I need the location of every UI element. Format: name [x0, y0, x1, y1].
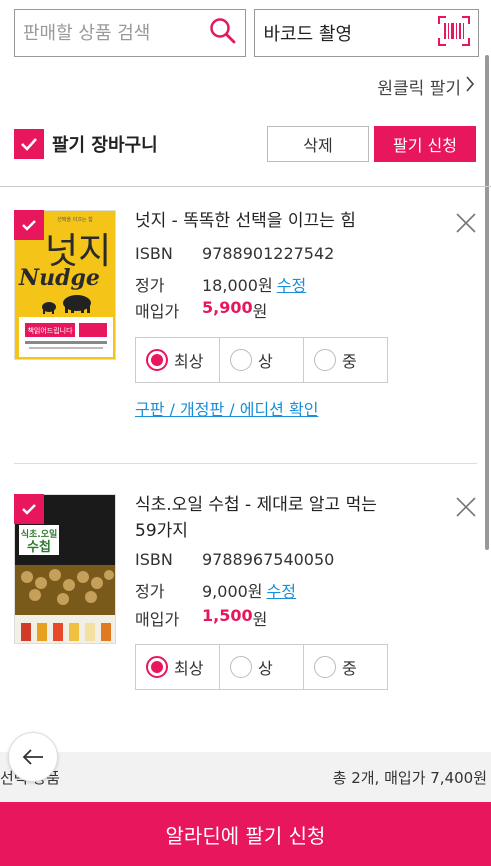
buy-price-row: 매입가 5,900 원	[135, 298, 267, 322]
radio-selected-icon	[146, 349, 168, 371]
edit-price-link[interactable]: 수정	[277, 272, 306, 296]
check-icon	[22, 220, 36, 231]
radio-icon	[314, 656, 336, 678]
buy-price-unit: 원	[252, 610, 268, 629]
chevron-right-icon	[465, 75, 475, 98]
search-icon[interactable]	[209, 17, 237, 49]
grade-option-good[interactable]: 상	[220, 338, 304, 382]
buy-price-label: 매입가	[135, 302, 180, 321]
isbn-row: ISBN 9788901227542	[135, 244, 334, 263]
isbn-value: 9788967540050	[202, 550, 335, 569]
delete-button[interactable]: 삭제	[267, 126, 369, 162]
isbn-label: ISBN	[135, 550, 173, 569]
search-row: 바코드 촬영	[14, 9, 479, 57]
buy-price-value: 1,500	[202, 606, 253, 625]
select-all-checkbox[interactable]	[14, 129, 44, 159]
buy-price-value: 5,900	[202, 298, 253, 317]
grade-label: 상	[258, 659, 273, 678]
search-box[interactable]	[14, 9, 247, 57]
radio-icon	[230, 349, 252, 371]
cart-header: 팔기 장바구니 삭제 팔기 신청	[14, 126, 479, 162]
buy-price-label: 매입가	[135, 610, 180, 629]
radio-icon	[230, 656, 252, 678]
price-row: 정가 18,000원 수정	[135, 272, 306, 296]
isbn-value: 9788901227542	[202, 244, 335, 263]
buy-price-row: 매입가 1,500 원	[135, 606, 267, 630]
isbn-label: ISBN	[135, 244, 173, 263]
remove-item-icon[interactable]	[455, 212, 477, 234]
price-label: 정가	[135, 582, 165, 601]
divider	[0, 186, 491, 187]
selection-summary: 선택 상품 총 2개, 매입가 7,400원	[0, 752, 491, 802]
check-icon	[21, 138, 37, 151]
remove-item-icon[interactable]	[455, 496, 477, 518]
edit-price-link[interactable]: 수정	[267, 578, 296, 602]
back-button[interactable]	[8, 732, 58, 782]
price-value: 9,000원	[202, 582, 263, 601]
oneclick-label: 원클릭 팔기	[377, 79, 461, 99]
buy-price-unit: 원	[252, 302, 268, 321]
item-title: 넛지 - 똑똑한 선택을 이끄는 힘	[135, 211, 356, 231]
grade-label: 최상	[174, 659, 204, 678]
cover-badge: 책읽어드립니다	[27, 326, 73, 335]
cover-title-en: Nudge	[18, 265, 100, 291]
grade-option-fair[interactable]: 중	[304, 338, 387, 382]
sell-cart-page: 바코드 촬영 원클릭 팔기 팔기 장바구니 삭제 팔기 신청	[0, 0, 491, 866]
search-input[interactable]	[23, 22, 193, 44]
grade-label: 중	[342, 659, 357, 678]
total-summary: 총 2개, 매입가 7,400원	[332, 768, 487, 787]
barcode-icon	[438, 15, 470, 51]
price-value: 18,000원	[202, 276, 273, 295]
grade-label: 중	[342, 352, 357, 371]
item-title: 식초.오일 수첩 - 제대로 알고 먹는 59가지	[135, 495, 377, 541]
radio-icon	[314, 349, 336, 371]
cover-title-line1: 식초.오일	[21, 528, 58, 540]
divider	[14, 463, 477, 464]
barcode-button[interactable]: 바코드 촬영	[254, 9, 479, 57]
price-row: 정가 9,000원 수정	[135, 578, 296, 602]
scrollbar[interactable]	[485, 55, 489, 550]
arrow-left-icon	[22, 749, 43, 765]
cover-title-line2: 수첩	[27, 539, 51, 555]
grade-selector: 최상 상 중	[135, 337, 388, 383]
radio-selected-icon	[146, 656, 168, 678]
item-checkbox[interactable]	[14, 210, 44, 240]
grade-selector: 최상 상 중	[135, 644, 388, 690]
submit-sell-button[interactable]: 알라딘에 팔기 신청	[0, 802, 491, 866]
sell-request-button[interactable]: 팔기 신청	[374, 126, 476, 162]
grade-option-best[interactable]: 최상	[136, 645, 220, 689]
cart-title: 팔기 장바구니	[52, 135, 158, 156]
grade-option-best[interactable]: 최상	[136, 338, 220, 382]
isbn-row: ISBN 9788967540050	[135, 550, 334, 569]
cover-top-text: 선택을 이끄는 힘	[57, 216, 92, 223]
item-checkbox[interactable]	[14, 494, 44, 524]
barcode-label: 바코드 촬영	[263, 24, 353, 45]
check-icon	[22, 504, 36, 515]
grade-option-good[interactable]: 상	[220, 645, 304, 689]
grade-label: 상	[258, 352, 273, 371]
price-label: 정가	[135, 276, 165, 295]
edition-check-link[interactable]: 구판 / 개정판 / 에디션 확인	[135, 396, 318, 420]
grade-option-fair[interactable]: 중	[304, 645, 387, 689]
grade-label: 최상	[174, 352, 204, 371]
oneclick-link[interactable]: 원클릭 팔기	[377, 74, 475, 99]
